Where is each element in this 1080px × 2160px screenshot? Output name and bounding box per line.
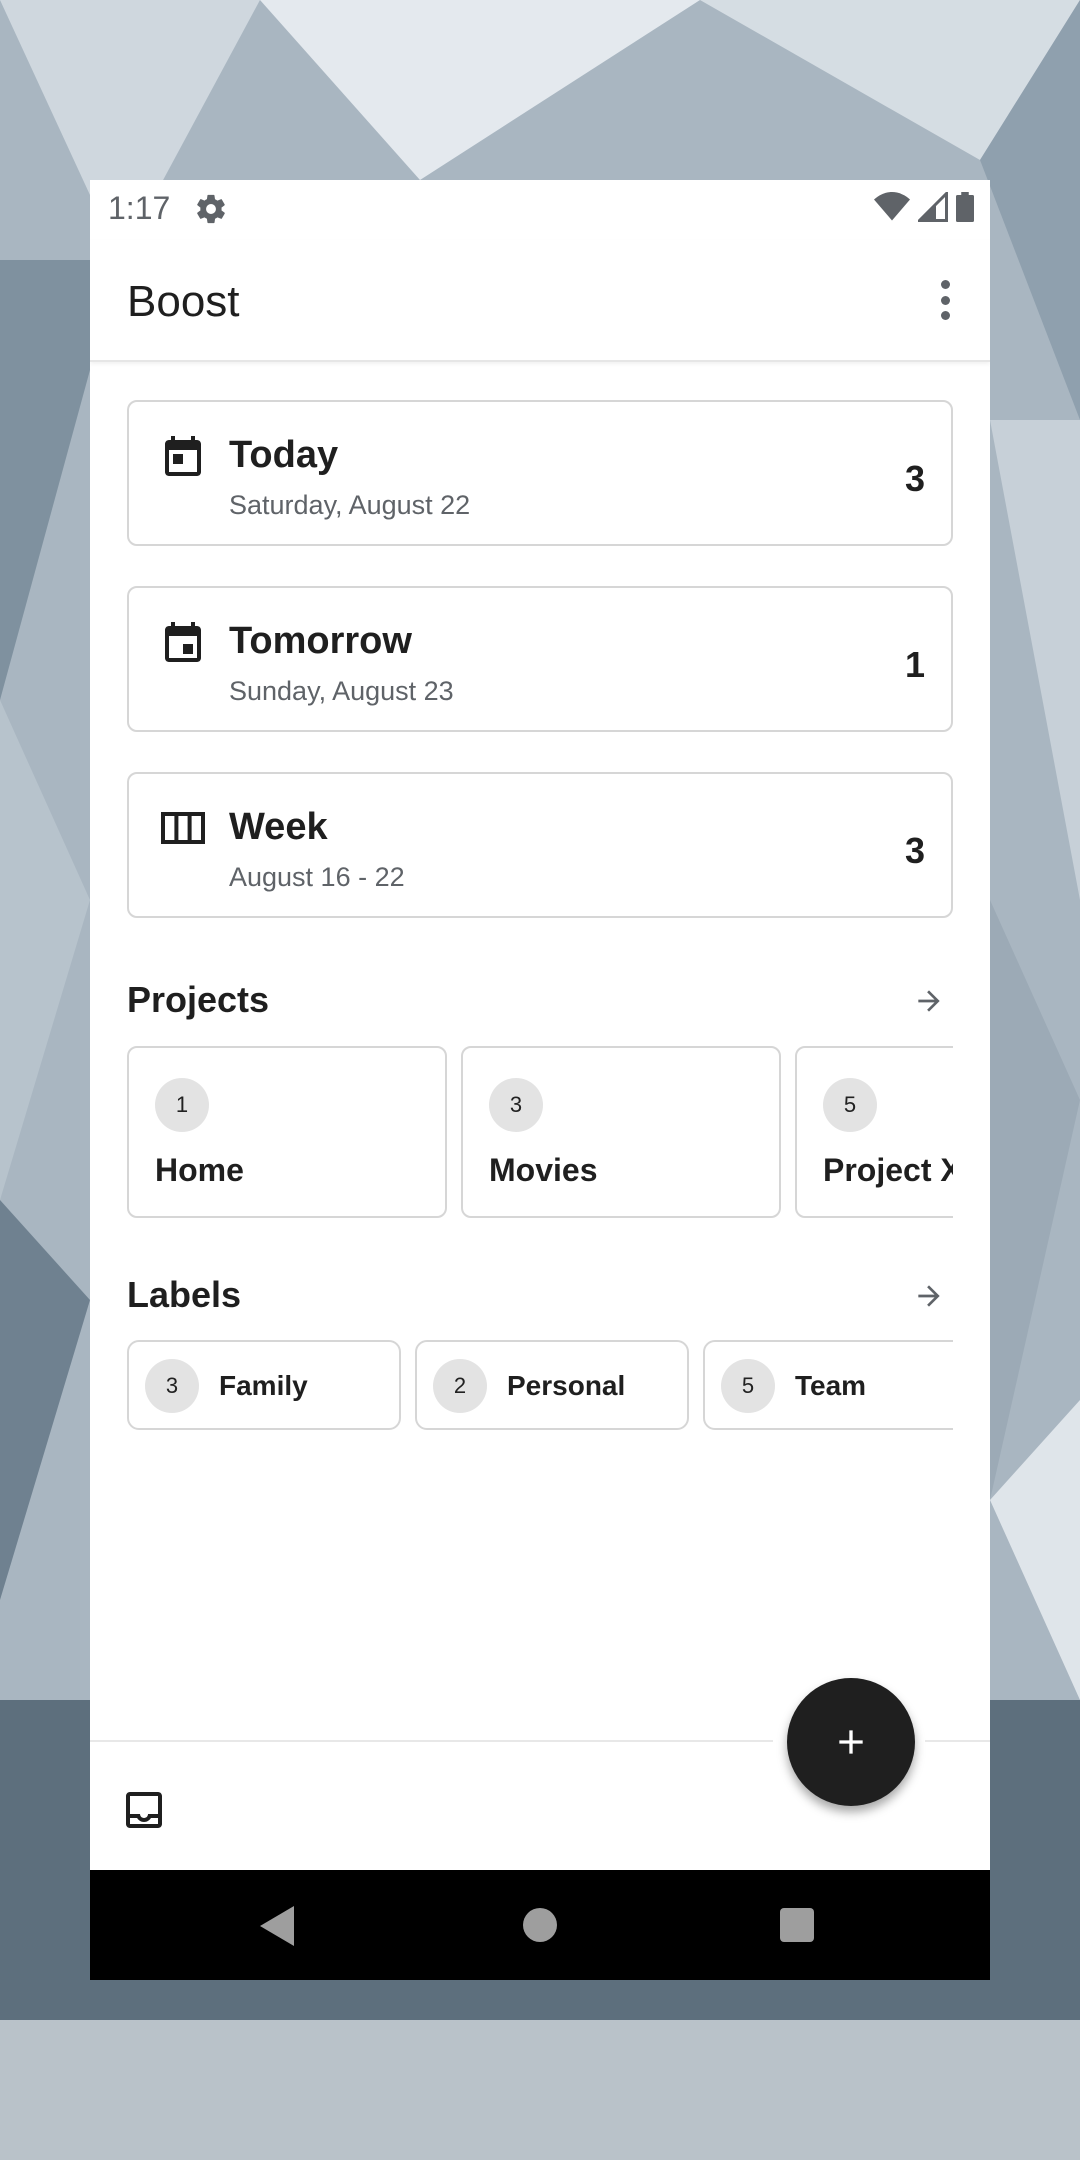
status-icons bbox=[874, 192, 974, 222]
week-card[interactable]: Week August 16 - 22 3 bbox=[127, 772, 953, 918]
section-title: Projects bbox=[127, 979, 270, 1020]
card-subtitle: Sunday, August 23 bbox=[229, 676, 454, 706]
count-badge: 5 bbox=[823, 1078, 877, 1132]
label-name: Team bbox=[795, 1370, 867, 1401]
card-title: Tomorrow bbox=[229, 620, 412, 662]
system-nav-bar bbox=[90, 1870, 990, 1980]
gear-icon bbox=[197, 194, 225, 224]
project-card-movies[interactable]: 3 Movies bbox=[461, 1046, 781, 1218]
calendar-today-icon bbox=[165, 436, 201, 476]
status-time: 1:17 bbox=[108, 190, 171, 226]
labels-header: Labels bbox=[127, 1270, 953, 1320]
count-badge: 5 bbox=[721, 1359, 775, 1413]
project-card-home[interactable]: 1 Home bbox=[127, 1046, 447, 1218]
app-title: Boost bbox=[127, 277, 240, 326]
back-icon[interactable] bbox=[260, 1906, 296, 1946]
label-chip-personal[interactable]: 2 Personal bbox=[415, 1340, 689, 1430]
card-title: Today bbox=[229, 434, 339, 476]
arrow-forward-icon[interactable] bbox=[913, 985, 945, 1017]
today-card[interactable]: Today Saturday, August 22 3 bbox=[127, 400, 953, 546]
app-bar: Boost bbox=[90, 240, 990, 362]
label-name: Personal bbox=[507, 1370, 626, 1401]
summary-list: Today Saturday, August 22 3 Tomorrow Sun… bbox=[127, 400, 953, 958]
count-badge: 3 bbox=[489, 1078, 543, 1132]
tomorrow-card[interactable]: Tomorrow Sunday, August 23 1 bbox=[127, 586, 953, 732]
wifi-icon bbox=[874, 192, 910, 221]
projects-header: Projects bbox=[127, 975, 953, 1025]
projects-list: 1 Home 3 Movies 5 Project X bbox=[127, 1046, 953, 1220]
count-badge: 1 bbox=[155, 1078, 209, 1132]
project-name: Project X bbox=[823, 1152, 953, 1188]
recents-icon[interactable] bbox=[780, 1908, 814, 1942]
app-screen: 1:17 Boost Today Saturday, August 22 3 T… bbox=[90, 180, 990, 1980]
plus-icon bbox=[839, 1730, 863, 1754]
count-badge: 3 bbox=[145, 1359, 199, 1413]
inbox-icon[interactable] bbox=[120, 1786, 168, 1834]
card-title: Week bbox=[229, 806, 328, 848]
card-count: 1 bbox=[904, 644, 925, 685]
card-count: 3 bbox=[904, 830, 925, 871]
cell-signal-icon bbox=[918, 192, 948, 222]
label-chip-family[interactable]: 3 Family bbox=[127, 1340, 401, 1430]
status-bar: 1:17 bbox=[90, 180, 990, 240]
project-card-project-x[interactable]: 5 Project X bbox=[795, 1046, 953, 1218]
labels-list: 3 Family 2 Personal 5 Team bbox=[127, 1340, 953, 1432]
card-count: 3 bbox=[904, 458, 925, 499]
arrow-forward-icon[interactable] bbox=[913, 1280, 945, 1312]
card-subtitle: August 16 - 22 bbox=[229, 862, 405, 892]
more-vert-icon[interactable] bbox=[930, 278, 960, 322]
view-week-icon bbox=[161, 812, 205, 844]
card-subtitle: Saturday, August 22 bbox=[229, 490, 471, 520]
section-title: Labels bbox=[127, 1274, 242, 1315]
battery-icon bbox=[956, 192, 974, 222]
home-icon[interactable] bbox=[523, 1908, 557, 1942]
project-name: Movies bbox=[489, 1152, 598, 1188]
calendar-event-icon bbox=[165, 622, 201, 662]
label-name: Family bbox=[219, 1370, 308, 1401]
count-badge: 2 bbox=[433, 1359, 487, 1413]
add-task-button[interactable] bbox=[787, 1678, 915, 1806]
project-name: Home bbox=[155, 1152, 244, 1188]
label-chip-team[interactable]: 5 Team bbox=[703, 1340, 953, 1430]
